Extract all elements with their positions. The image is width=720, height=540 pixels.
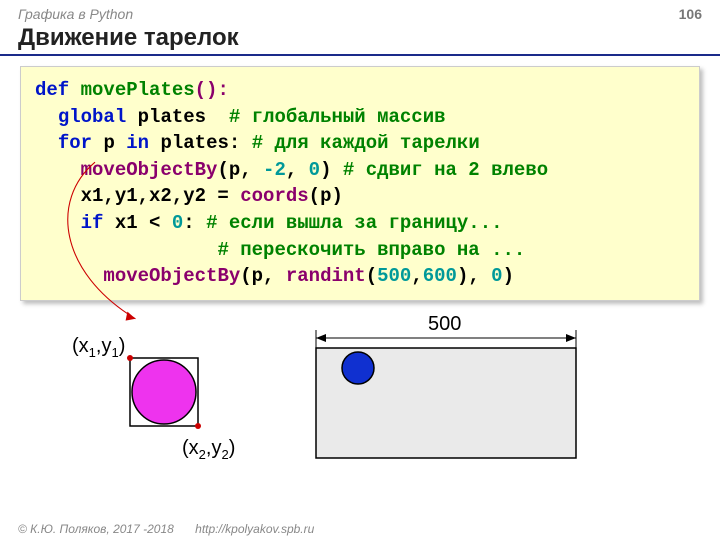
header-left: Графика в Python bbox=[18, 6, 133, 22]
comment: # перескочить вправо на ... bbox=[217, 239, 525, 261]
label-x1y1: (x bbox=[72, 335, 89, 357]
num: -2 bbox=[263, 159, 286, 181]
header: Графика в Python 106 bbox=[0, 0, 720, 24]
comment: # если вышла за границу... bbox=[206, 212, 502, 234]
blue-circle-icon bbox=[342, 352, 374, 384]
fn-name: movePlates bbox=[81, 79, 195, 101]
kw-global: global bbox=[58, 106, 126, 128]
kw-def: def bbox=[35, 79, 69, 101]
kw-if: if bbox=[81, 212, 104, 234]
ident: plates: bbox=[160, 132, 240, 154]
kw-in: in bbox=[126, 132, 149, 154]
copyright: © К.Ю. Поляков, 2017 -2018 bbox=[18, 522, 174, 536]
label-x2y2: (x bbox=[182, 437, 199, 459]
page-number: 106 bbox=[679, 6, 702, 22]
comma: , bbox=[411, 265, 422, 287]
args: (p, bbox=[217, 159, 263, 181]
num: 0 bbox=[172, 212, 183, 234]
num: 0 bbox=[491, 265, 502, 287]
ident: p bbox=[103, 132, 114, 154]
comma: , bbox=[468, 265, 491, 287]
num: 0 bbox=[309, 159, 320, 181]
paren-close: ) bbox=[503, 265, 514, 287]
paren: ( bbox=[366, 265, 377, 287]
num: 600 bbox=[423, 265, 457, 287]
label-width: 500 bbox=[428, 313, 461, 335]
args: (p, bbox=[240, 265, 286, 287]
footer-url: http://kpolyakov.spb.ru bbox=[195, 522, 314, 536]
diagram: (x1,y1) (x2,y2) 500 bbox=[18, 310, 698, 490]
footer: © К.Ю. Поляков, 2017 -2018 http://kpolya… bbox=[18, 522, 314, 536]
kw-for: for bbox=[58, 132, 92, 154]
comment: # сдвиг на 2 влево bbox=[343, 159, 548, 181]
args: (p) bbox=[309, 185, 343, 207]
fn-call: moveObjectBy bbox=[103, 265, 240, 287]
paren: ) bbox=[457, 265, 468, 287]
fn-call: randint bbox=[286, 265, 366, 287]
svg-text:(x2,y2): (x2,y2) bbox=[182, 437, 235, 462]
num: 500 bbox=[377, 265, 411, 287]
fn-call: moveObjectBy bbox=[81, 159, 218, 181]
fn-call: coords bbox=[240, 185, 308, 207]
page-title: Движение тарелок bbox=[0, 24, 720, 56]
assign: x1,y1,x2,y2 = bbox=[81, 185, 241, 207]
paren: (): bbox=[195, 79, 229, 101]
code-block: def movePlates(): global plates # глобал… bbox=[20, 66, 700, 301]
cond: x1 < bbox=[103, 212, 171, 234]
ident: plates bbox=[138, 106, 206, 128]
paren-close: ) bbox=[320, 159, 331, 181]
svg-text:(x1,y1): (x1,y1) bbox=[72, 335, 125, 360]
comment: # для каждой тарелки bbox=[252, 132, 480, 154]
comma: , bbox=[286, 159, 309, 181]
colon: : bbox=[183, 212, 194, 234]
comment: # глобальный массив bbox=[229, 106, 446, 128]
